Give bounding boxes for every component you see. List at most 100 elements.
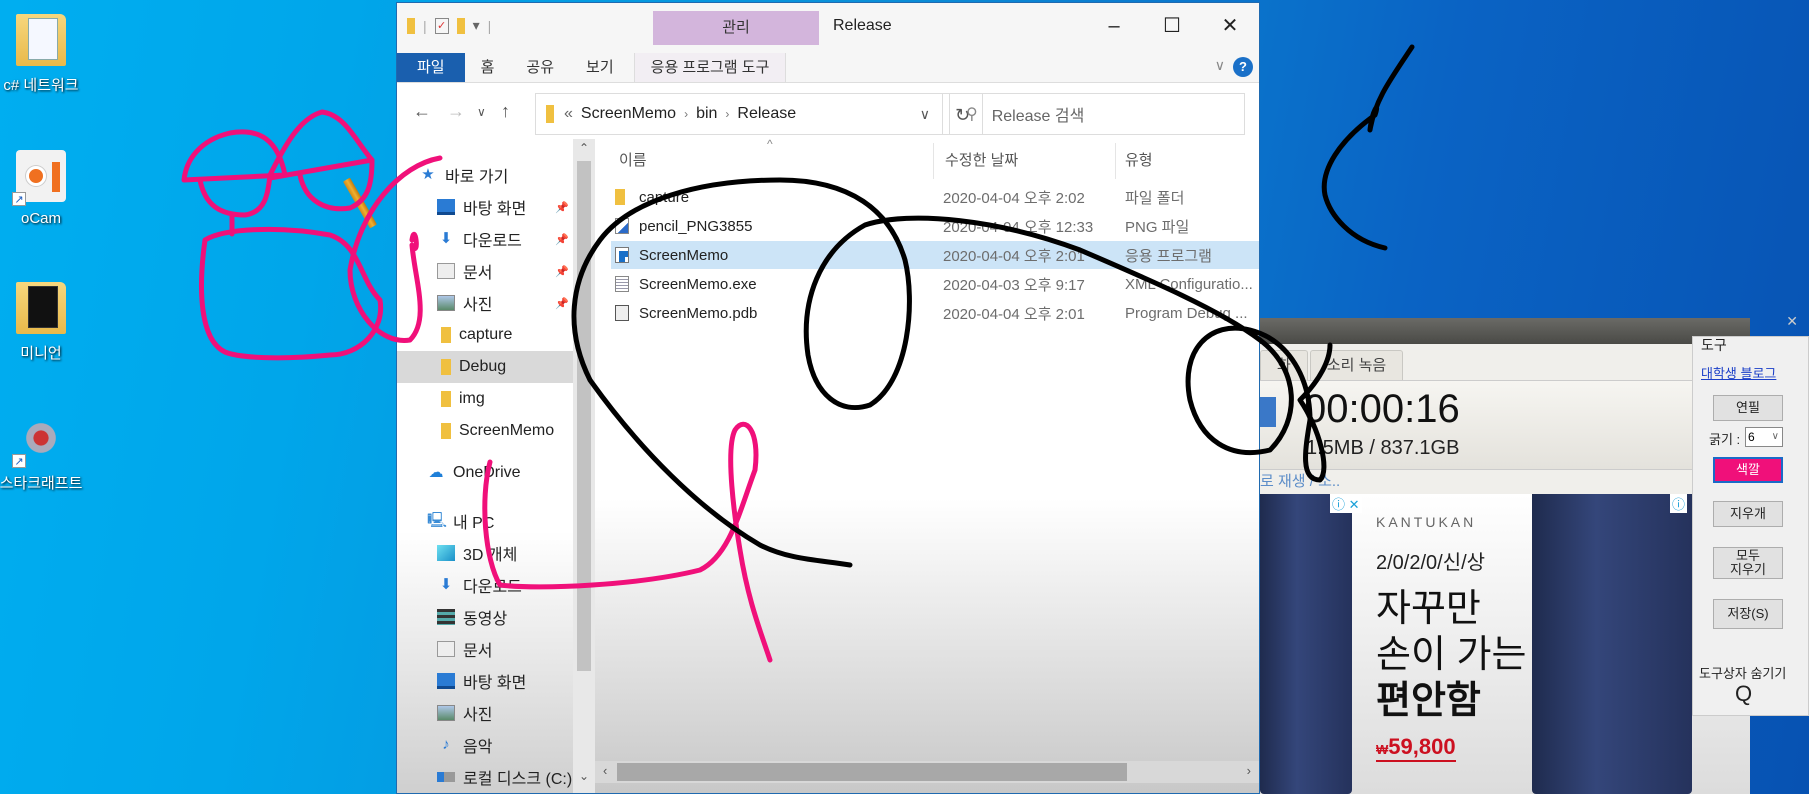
record-icon[interactable]	[1260, 397, 1276, 427]
desktop-icon-minion[interactable]: 미니언	[0, 282, 86, 363]
folder-icon	[441, 423, 451, 439]
scroll-up-icon[interactable]: ⌃	[573, 141, 595, 155]
customize-qat-icon[interactable]: ▾	[473, 17, 480, 34]
column-header-name[interactable]: 이름	[619, 145, 647, 177]
tab-view[interactable]: 보기	[570, 53, 630, 82]
scroll-right-icon[interactable]: ›	[1247, 763, 1251, 778]
advertisement-banner[interactable]: ⓘ ✕ ⓘ KANTUKAN 2/0/2/0/신/상 자꾸만 손이 가는 편안함…	[1260, 494, 1750, 794]
column-divider[interactable]	[933, 143, 934, 179]
desktop-icon	[437, 673, 455, 689]
recorder-close-icon[interactable]: ✕	[1786, 313, 1798, 330]
hide-toolbox-icon[interactable]: Q	[1735, 681, 1752, 707]
pin-icon[interactable]: 📌	[555, 265, 569, 278]
desktop-icon-ocam[interactable]: ↗ oCam	[0, 150, 86, 227]
scroll-down-icon[interactable]: ⌄	[573, 769, 595, 783]
playback-link[interactable]: 로 재생 / 소..	[1260, 470, 1340, 491]
pin-icon[interactable]: 📌	[555, 233, 569, 246]
up-icon[interactable]: ↑	[501, 101, 510, 122]
nav-item-quick-access[interactable]: ★ 바로 가기	[419, 159, 595, 191]
nav-item-videos[interactable]: 동영상	[397, 601, 573, 633]
ad-info-icon[interactable]: ⓘ ✕	[1330, 494, 1362, 513]
file-list-pane: ^ 이름 수정한 날짜 유형 capture 2020-04-04 오후 2:0…	[595, 137, 1259, 793]
file-row-selected[interactable]: ScreenMemo 2020-04-04 오후 2:01 응용 프로그램	[611, 241, 1259, 269]
breadcrumb-overflow[interactable]: «	[564, 105, 573, 123]
clear-all-button[interactable]: 모두 지우기	[1713, 547, 1783, 579]
tab-screen-record[interactable]: 화	[1260, 350, 1308, 380]
nav-item-local-disk[interactable]: 로컬 디스크 (C:)	[397, 761, 573, 793]
nav-item-onedrive[interactable]: ☁ OneDrive	[397, 457, 573, 489]
ad-info-icon[interactable]: ⓘ	[1670, 494, 1688, 513]
maximize-button[interactable]: ☐	[1143, 3, 1201, 49]
nav-item-pictures-pc[interactable]: 사진	[397, 697, 573, 729]
3d-objects-icon	[437, 545, 455, 561]
help-icon[interactable]: ?	[1233, 57, 1253, 77]
manage-context-tab[interactable]: 관리	[653, 11, 819, 45]
nav-item-downloads[interactable]: ⬇ 다운로드 📌	[397, 223, 573, 255]
properties-icon[interactable]: ✓	[434, 17, 449, 34]
file-type: 파일 폴더	[1125, 189, 1185, 207]
desktop-icon-label: 미니언	[20, 345, 62, 362]
expand-ribbon-icon[interactable]: ∨	[1215, 57, 1225, 74]
address-bar[interactable]: « ScreenMemo › bin › Release ∨	[535, 93, 943, 135]
tab-share[interactable]: 공유	[510, 53, 570, 82]
nav-item-img[interactable]: img	[397, 383, 573, 415]
column-header-date[interactable]: 수정한 날짜	[945, 145, 1018, 177]
shortcut-arrow-icon: ↗	[12, 192, 26, 206]
nav-item-documents[interactable]: 문서 📌	[397, 255, 573, 287]
minimize-button[interactable]: –	[1085, 3, 1143, 49]
save-button[interactable]: 저장(S)	[1713, 599, 1783, 629]
desktop-icon-csharp-network[interactable]: c# 네트워크	[0, 14, 86, 95]
address-dropdown-icon[interactable]: ∨	[920, 106, 930, 123]
breadcrumb-separator[interactable]: ›	[684, 107, 688, 121]
nav-item-3d-objects[interactable]: 3D 개체	[397, 537, 573, 569]
nav-item-pictures[interactable]: 사진 📌	[397, 287, 573, 319]
ad-close-icon[interactable]: ✕	[1349, 497, 1360, 512]
nav-pane-scrollbar[interactable]: ⌃ ⌄	[573, 139, 595, 793]
tab-audio-record[interactable]: 소리 녹음	[1309, 350, 1404, 380]
pencil-button[interactable]: 연필	[1713, 395, 1783, 421]
blog-link[interactable]: 대학생 블로그	[1701, 363, 1776, 382]
nav-item-music[interactable]: ♪ 음악	[397, 729, 573, 761]
new-folder-icon[interactable]	[456, 17, 465, 34]
breadcrumb-item[interactable]: Release	[737, 105, 796, 123]
breadcrumb-separator[interactable]: ›	[725, 107, 729, 121]
nav-item-documents-pc[interactable]: 문서	[397, 633, 573, 665]
file-row[interactable]: ScreenMemo.pdb 2020-04-04 오후 2:01 Progra…	[611, 299, 1259, 327]
nav-item-desktop-pc[interactable]: 바탕 화면	[397, 665, 573, 697]
scrollbar-thumb[interactable]	[617, 763, 1127, 781]
nav-item-this-pc[interactable]: 🖳 내 PC	[397, 505, 573, 537]
column-divider[interactable]	[1115, 143, 1116, 179]
nav-item-capture[interactable]: capture	[397, 319, 573, 351]
tab-home[interactable]: 홈	[465, 53, 511, 82]
recent-locations-icon[interactable]: ∨	[477, 105, 486, 119]
download-icon: ⬇	[439, 230, 453, 247]
pin-icon[interactable]: 📌	[555, 297, 569, 310]
column-header-type[interactable]: 유형	[1125, 145, 1153, 177]
file-row[interactable]: capture 2020-04-04 오후 2:02 파일 폴더	[611, 183, 1259, 211]
forward-icon[interactable]: →	[447, 101, 465, 122]
file-row[interactable]: ScreenMemo.exe 2020-04-03 오후 9:17 XML Co…	[611, 270, 1259, 298]
scrollbar-thumb[interactable]	[577, 161, 591, 671]
ad-headline: 자꾸만 손이 가는 편안함	[1376, 588, 1527, 722]
folder-icon[interactable]	[407, 17, 415, 34]
nav-item-screenmemo[interactable]: ScreenMemo	[397, 415, 573, 447]
nav-item-desktop[interactable]: 바탕 화면 📌	[397, 191, 573, 223]
tab-file[interactable]: 파일	[397, 53, 465, 82]
breadcrumb-item[interactable]: ScreenMemo	[581, 105, 676, 123]
back-icon[interactable]: ←	[413, 101, 431, 122]
thickness-select[interactable]: 6 ∨	[1745, 427, 1783, 447]
color-button[interactable]: 색깔	[1713, 457, 1783, 483]
nav-item-downloads-pc[interactable]: ⬇ 다운로드	[397, 569, 573, 601]
close-button[interactable]: ✕	[1201, 3, 1259, 49]
breadcrumb-item[interactable]: bin	[696, 105, 717, 123]
scroll-left-icon[interactable]: ‹	[603, 763, 607, 778]
tab-application-tools[interactable]: 응용 프로그램 도구	[633, 53, 787, 82]
file-row[interactable]: pencil_PNG3855 2020-04-04 오후 12:33 PNG 파…	[611, 212, 1259, 240]
nav-item-debug[interactable]: Debug	[397, 351, 573, 383]
horizontal-scrollbar[interactable]: ‹ ›	[595, 761, 1259, 783]
eraser-button[interactable]: 지우개	[1713, 501, 1783, 527]
search-input[interactable]: ⚲ Release 검색	[949, 93, 1245, 135]
tools-title: 도구	[1701, 337, 1727, 353]
pin-icon[interactable]: 📌	[555, 201, 569, 214]
desktop-icon-starcraft[interactable]: ↗ 스타크래프트	[0, 412, 86, 493]
